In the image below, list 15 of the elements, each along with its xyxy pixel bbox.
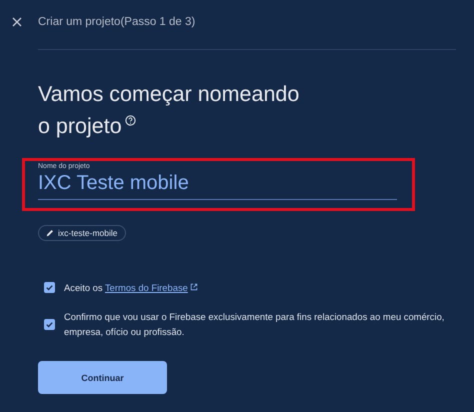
help-icon[interactable] [124,115,136,126]
header-title: Criar um projeto(Passo 1 de 3) [38,16,196,28]
checkbox-label: Aceito os [64,282,103,293]
pencil-icon [46,229,54,237]
heading-text: o projeto [38,113,122,140]
close-icon[interactable] [12,17,22,27]
checkbox[interactable] [44,318,55,330]
heading-text: Vamos começar nomeando [38,81,300,108]
terms-link[interactable]: Termos do Firebase [105,282,188,293]
continue-button[interactable]: Continuar [38,361,167,394]
external-link-icon [190,283,198,291]
project-id-chip[interactable]: ixc-teste-mobile [38,225,126,241]
field-value: IXC Teste mobile [38,171,190,196]
checkbox-label: Confirmo que vou usar o Firebase exclusivamente para fins relacionados ao meu comércio, empresa, ofício ou profissão. [64,310,446,339]
checkbox[interactable] [44,282,55,293]
